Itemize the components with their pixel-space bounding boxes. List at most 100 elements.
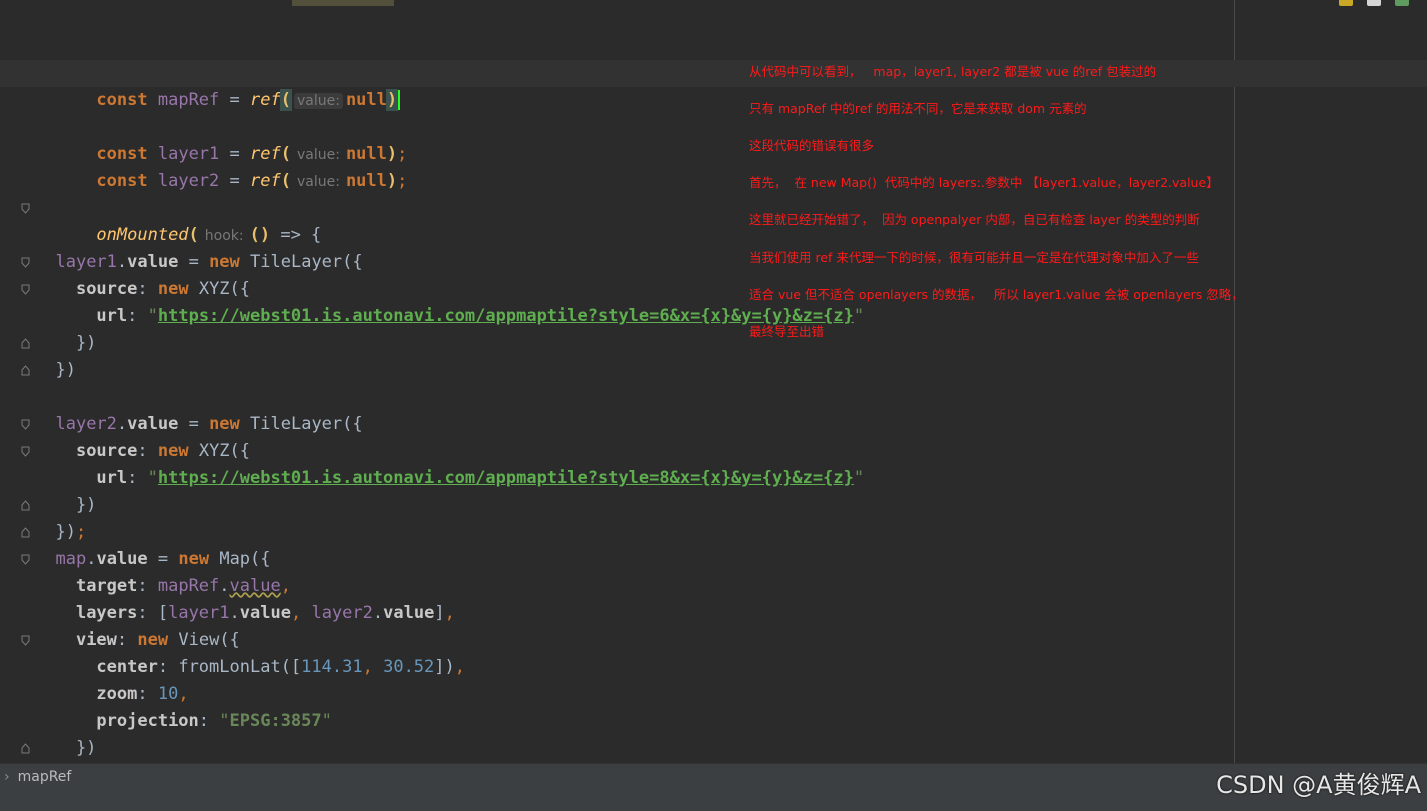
property: value: [229, 576, 281, 596]
code-line[interactable]: layer1.value = new TileLayer({: [0, 249, 1427, 276]
fold-end-icon[interactable]: [21, 743, 30, 754]
number-literal: 10: [157, 684, 179, 704]
function-name: fromLonLat: [178, 657, 281, 677]
identifier: map: [55, 549, 87, 569]
property: view: [75, 630, 117, 650]
code-line[interactable]: url: "https://webst01.is.autonavi.com/ap…: [0, 303, 1427, 330]
code-line[interactable]: center: fromLonLat([114.31, 30.52]),: [0, 654, 1427, 681]
number-literal: 30.52: [383, 657, 435, 677]
annotation-text: 首先， 在 new Map() 代码中的 layers:.参数中 【layer1…: [749, 175, 1219, 190]
code-line[interactable]: const map = ref(value:null);: [0, 33, 1427, 83]
property: target: [75, 576, 138, 596]
identifier: layer1: [168, 603, 230, 623]
fold-minus-icon[interactable]: [21, 257, 30, 268]
code-line[interactable]: zoom: 10,: [0, 681, 1427, 708]
breadcrumb[interactable]: › mapRef: [0, 764, 71, 791]
keyword: const: [96, 90, 148, 110]
url-link[interactable]: https://webst01.is.autonavi.com/appmapti…: [158, 468, 854, 488]
property: url: [96, 468, 128, 488]
code-line[interactable]: onMounted(hook:() => {: [0, 195, 1427, 245]
identifier: layer2: [55, 414, 117, 434]
null-literal: null: [345, 171, 387, 191]
string-literal: EPSG:3857: [229, 711, 322, 731]
identifier: layer1: [55, 252, 117, 272]
class-name: Map: [219, 549, 251, 569]
warning-icon[interactable]: [1339, 0, 1353, 6]
class-name: TileLayer: [250, 252, 343, 272]
code-line[interactable]: map.value = new Map({: [0, 546, 1427, 573]
code-line[interactable]: view: new View({: [0, 627, 1427, 654]
number-literal: 114.31: [301, 657, 363, 677]
text-caret: [398, 90, 401, 110]
identifier: layer2: [311, 603, 373, 623]
code-line[interactable]: projection: "EPSG:3857": [0, 708, 1427, 735]
property: center: [96, 657, 158, 677]
code-line[interactable]: }): [0, 357, 1427, 384]
property: source: [75, 441, 138, 461]
identifier: mapRef: [157, 576, 220, 596]
property: value: [383, 603, 435, 623]
typo-icon[interactable]: [1395, 0, 1409, 6]
fold-minus-icon[interactable]: [21, 446, 30, 457]
fold-minus-icon[interactable]: [21, 554, 30, 565]
property: layers: [75, 603, 138, 623]
code-line[interactable]: }): [0, 735, 1427, 762]
code-line[interactable]: layer2.value = new TileLayer({: [0, 411, 1427, 438]
property: value: [96, 549, 148, 569]
fold-end-icon[interactable]: [21, 527, 30, 538]
current-code-line[interactable]: const mapRef = ref(value: null): [0, 60, 1427, 111]
property: url: [96, 306, 128, 326]
function-name: ref: [250, 90, 281, 110]
annotation-text: 当我们使用 ref 来代理一下的时候，很有可能并且一定是在代理对象中加入了一些: [749, 250, 1199, 265]
annotation-text: 最终导至出错: [749, 324, 825, 339]
identifier: mapRef: [157, 90, 220, 110]
keyword: const: [96, 171, 148, 191]
fold-end-icon[interactable]: [21, 365, 30, 376]
property: projection: [96, 711, 199, 731]
parameter-hint: hook:: [204, 228, 244, 244]
keyword: new: [137, 630, 169, 650]
inspection-widget[interactable]: [1339, 0, 1409, 8]
fold-minus-icon[interactable]: [21, 635, 30, 646]
property: value: [127, 414, 179, 434]
property: value: [127, 252, 179, 272]
code-line[interactable]: layers: [layer1.value, layer2.value],: [0, 600, 1427, 627]
code-line[interactable]: }): [0, 492, 1427, 519]
code-line[interactable]: }): [0, 330, 1427, 357]
keyword: new: [209, 414, 240, 434]
keyword: new: [157, 279, 189, 299]
annotation-text: 只有 mapRef 中的ref 的用法不同，它是来获取 dom 元素的: [749, 101, 1087, 116]
weak-warning-icon[interactable]: [1367, 0, 1381, 6]
identifier: layer2: [157, 171, 220, 191]
class-name: View: [178, 630, 220, 650]
bottom-panel: [0, 790, 1427, 811]
keyword: new: [209, 252, 240, 272]
breadcrumb-bar: › mapRef: [0, 763, 1427, 791]
keyword: new: [178, 549, 210, 569]
code-editor[interactable]: const map = ref(value:null); const mapRe…: [0, 0, 1427, 763]
code-line[interactable]: url: "https://webst01.is.autonavi.com/ap…: [0, 465, 1427, 492]
annotation-text: 从代码中可以看到， map，layer1, layer2 都是被 vue 的re…: [749, 64, 1157, 79]
fold-minus-icon[interactable]: [21, 284, 30, 295]
property: value: [239, 603, 291, 623]
property: zoom: [96, 684, 138, 704]
class-name: XYZ: [198, 441, 230, 461]
highlight-strip: [292, 0, 394, 6]
code-line[interactable]: source: new XYZ({: [0, 438, 1427, 465]
parameter-hint: value:: [293, 93, 343, 109]
function-name: onMounted: [96, 225, 189, 245]
parameter-hint: value:: [296, 174, 340, 190]
code-line[interactable]: target: mapRef.value,: [0, 573, 1427, 600]
watermark: CSDN @A黄俊辉A: [1216, 771, 1421, 799]
fold-end-icon[interactable]: [21, 500, 30, 511]
class-name: XYZ: [198, 279, 230, 299]
keyword: new: [157, 441, 189, 461]
code-line[interactable]: const layer2 = ref(value: null);: [0, 141, 1427, 191]
code-line[interactable]: });: [0, 519, 1427, 546]
fold-minus-icon[interactable]: [21, 203, 30, 214]
fold-end-icon[interactable]: [21, 338, 30, 349]
fold-minus-icon[interactable]: [21, 419, 30, 430]
annotation-text: 这里就已经开始错了， 因为 openpalyer 内部，自已有检查 layer …: [749, 212, 1200, 227]
code-line[interactable]: const layer1 = ref(value: null);: [0, 114, 1427, 164]
breadcrumb-item[interactable]: mapRef: [18, 769, 72, 785]
